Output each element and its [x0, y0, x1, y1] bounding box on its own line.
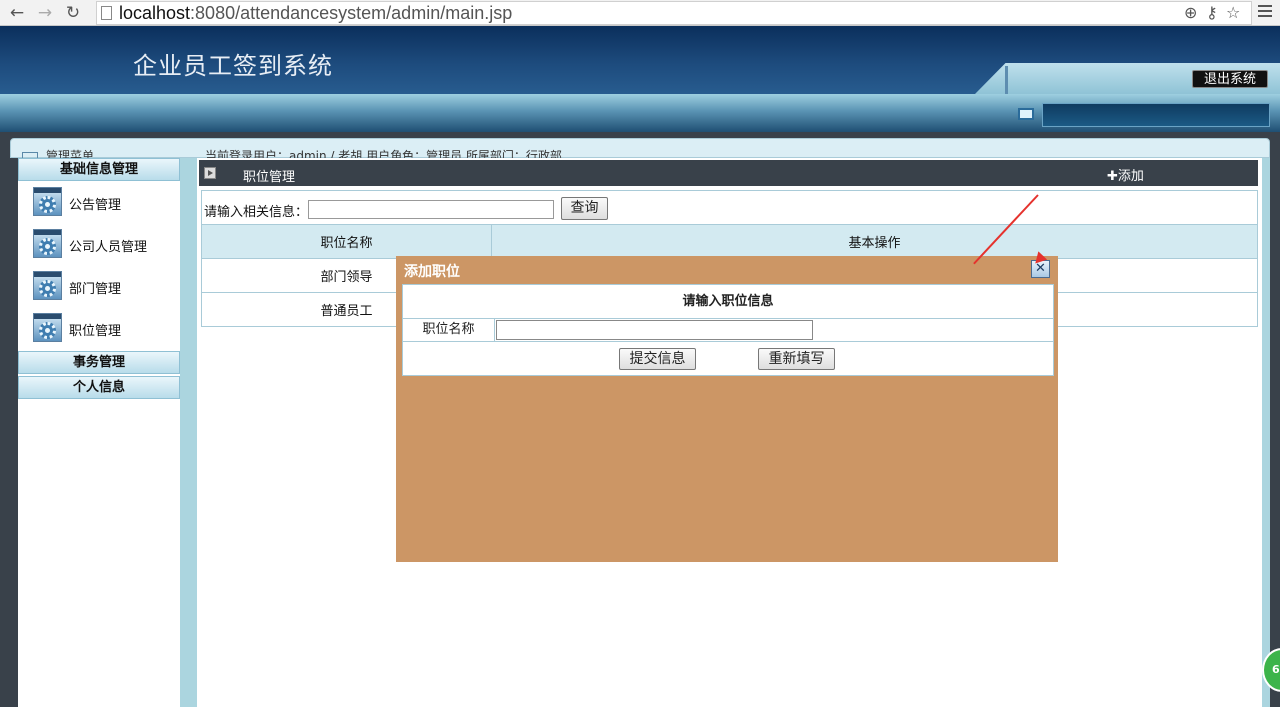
- reset-button[interactable]: 重新填写: [758, 348, 835, 370]
- app-title: 企业员工签到系统: [133, 52, 333, 80]
- dialog-form: 请输入职位信息 职位名称 提交信息 重新填写: [402, 284, 1054, 376]
- search-label: 请输入相关信息：: [204, 205, 309, 220]
- address-bar[interactable]: localhost:8080/attendancesystem/admin/ma…: [96, 1, 1252, 25]
- sidebar-section-personal[interactable]: 个人信息: [18, 376, 180, 399]
- info-strip: [10, 138, 1270, 158]
- sidebar-item-positions[interactable]: 职位管理: [33, 313, 173, 343]
- sidebar-section-basic-info[interactable]: 基础信息管理: [18, 158, 180, 181]
- app-header: 企业员工签到系统 退出系统: [0, 26, 1280, 94]
- zoom-icon[interactable]: ⊕: [1184, 2, 1197, 24]
- monitor-icon: [1018, 108, 1034, 120]
- sidebar-item-staff[interactable]: 公司人员管理: [33, 229, 173, 259]
- add-button[interactable]: ✚添加: [1107, 165, 1144, 184]
- reload-icon[interactable]: ↻: [62, 2, 84, 24]
- form-heading: 请输入职位信息: [403, 285, 1053, 319]
- position-name-label: 职位名称: [403, 319, 495, 341]
- settings-window-icon: [33, 187, 62, 216]
- sidebar-item-departments[interactable]: 部门管理: [33, 271, 173, 301]
- search-input[interactable]: [308, 200, 554, 219]
- forward-arrow-icon[interactable]: →: [34, 2, 56, 24]
- sidebar-item-label: 部门管理: [69, 282, 122, 297]
- content-title-bar: 职位管理 ✚添加: [199, 160, 1258, 186]
- sidebar-separator: [180, 158, 197, 707]
- page-title: 职位管理: [243, 170, 296, 185]
- right-edge: [1262, 158, 1270, 707]
- settings-window-icon: [33, 271, 62, 300]
- add-position-dialog: 添加职位 ✕ 请输入职位信息 职位名称 提交信息 重新填写: [396, 256, 1058, 562]
- settings-window-icon: [33, 229, 62, 258]
- sidebar-section-affairs[interactable]: 事务管理: [18, 351, 180, 374]
- column-header-name: 职位名称: [201, 224, 492, 259]
- submit-button[interactable]: 提交信息: [619, 348, 696, 370]
- sidebar-item-label: 公司人员管理: [69, 240, 148, 255]
- key-icon[interactable]: ⚷: [1206, 2, 1218, 24]
- query-button[interactable]: 查询: [561, 197, 608, 220]
- menu-title-text: 管理菜单: [22, 147, 94, 158]
- sidebar-item-announcements[interactable]: 公告管理: [33, 187, 173, 217]
- menu-icon[interactable]: [1258, 5, 1272, 19]
- address-text: localhost:8080/attendancesystem/admin/ma…: [119, 3, 513, 23]
- subbar-panel: [1042, 103, 1270, 127]
- browser-toolbar: ← → ↻ localhost:8080/attendancesystem/ad…: [0, 0, 1280, 26]
- form-row-position-name: 职位名称: [403, 319, 1053, 342]
- page-icon: [101, 6, 112, 20]
- app-subbar: [0, 94, 1280, 132]
- settings-window-icon: [33, 313, 62, 342]
- sidebar-item-label: 职位管理: [69, 324, 122, 339]
- logout-button[interactable]: 退出系统: [1192, 70, 1268, 88]
- dialog-title: 添加职位: [404, 264, 460, 280]
- header-divider: [1005, 66, 1008, 94]
- star-icon[interactable]: ☆: [1226, 2, 1240, 24]
- position-name-input[interactable]: [496, 320, 813, 340]
- play-icon: [204, 167, 216, 179]
- column-header-actions: 基本操作: [491, 224, 1258, 259]
- search-row: 请输入相关信息： 查询: [201, 190, 1258, 224]
- back-arrow-icon[interactable]: ←: [6, 2, 28, 24]
- current-user-info: 当前登录用户：admin / 老胡 用户角色：管理员 所属部门：行政部: [205, 149, 562, 158]
- sidebar-item-label: 公告管理: [69, 198, 122, 213]
